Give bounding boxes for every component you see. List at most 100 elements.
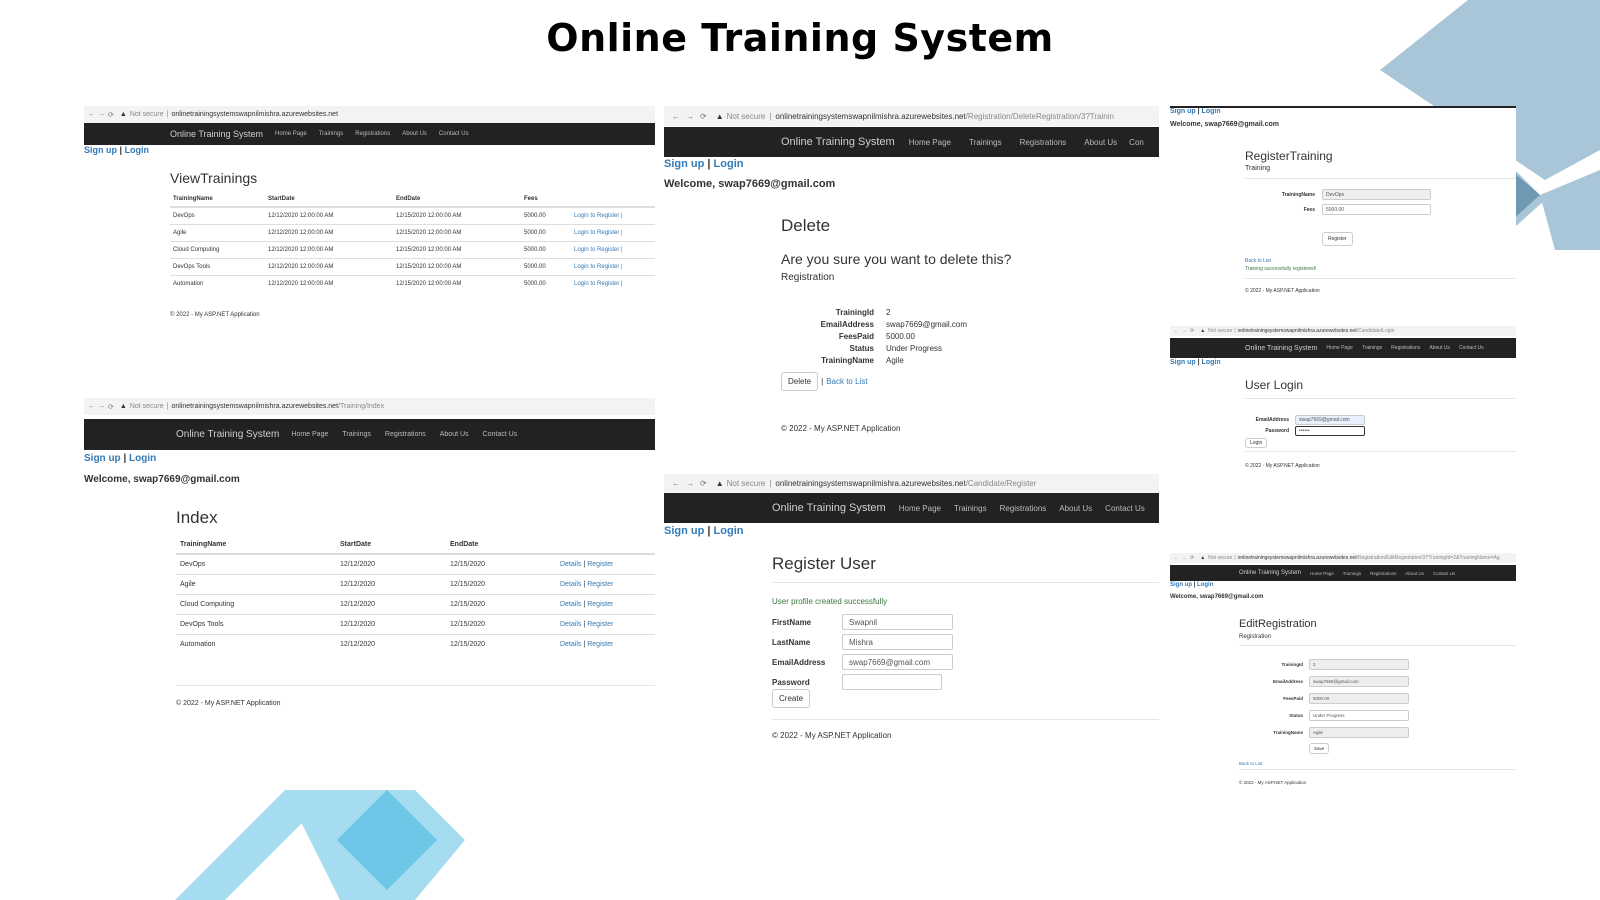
nav-about[interactable]: About Us — [1405, 571, 1424, 576]
address-bar[interactable]: ← → ⟳ ▲ Not secure | onlinetrainingsyste… — [84, 106, 655, 123]
navbar-brand[interactable]: Online Training System — [1245, 345, 1317, 352]
signup-link[interactable]: Sign up — [84, 453, 121, 464]
address-bar[interactable]: ← → ⟳ ▲ Not secure | onlinetrainingsyste… — [664, 474, 1159, 493]
nav-trainings[interactable]: Trainings — [1362, 345, 1382, 351]
input-emailaddress[interactable]: swap7669@gmail.com — [1295, 414, 1365, 425]
navbar-brand[interactable]: Online Training System — [176, 429, 279, 440]
nav-registrations[interactable]: Registrations — [1020, 138, 1067, 147]
address-bar[interactable]: ← → ⟳ ▲ Not secure | onlinetrainingsyste… — [84, 398, 655, 415]
nav-trainings[interactable]: Trainings — [954, 504, 987, 513]
nav-trainings[interactable]: Trainings — [969, 138, 1002, 147]
nav-home[interactable]: Home Page — [1326, 345, 1352, 351]
nav-contact[interactable]: Contact Us — [1433, 571, 1455, 576]
create-button[interactable]: Create — [772, 689, 811, 708]
navbar-brand[interactable]: Online Training System — [772, 502, 886, 514]
login-link[interactable]: Login — [1202, 108, 1221, 115]
nav-registrations[interactable]: Registrations — [355, 131, 390, 137]
reload-icon[interactable]: ⟳ — [108, 111, 114, 119]
reload-icon[interactable]: ⟳ — [1190, 328, 1194, 334]
nav-contact[interactable]: Contact Us — [1459, 345, 1484, 351]
nav-home[interactable]: Home Page — [909, 138, 951, 147]
forward-icon[interactable]: → — [1182, 555, 1187, 561]
login-to-register-link[interactable]: Login to Register | — [574, 281, 623, 287]
forward-icon[interactable]: → — [98, 403, 105, 410]
back-icon[interactable]: ← — [88, 111, 95, 118]
back-icon[interactable]: ← — [672, 112, 680, 121]
login-link[interactable]: Login — [1197, 582, 1213, 588]
detail-value[interactable]: swap7669@gmail.com — [886, 320, 967, 329]
save-button[interactable]: Save — [1309, 743, 1330, 754]
address-bar[interactable]: ← → ⟳ ▲ Not secure | onlinetrainingsyste… — [664, 106, 1159, 126]
reload-icon[interactable]: ⟳ — [700, 479, 707, 488]
nav-about[interactable]: About Us — [1084, 138, 1117, 147]
nav-contact[interactable]: Contact Us — [483, 431, 518, 438]
nav-trainings[interactable]: Trainings — [1343, 571, 1361, 576]
reload-icon[interactable]: ⟳ — [108, 403, 114, 411]
back-to-list-link[interactable]: Back to List — [826, 377, 867, 386]
input-password[interactable]: •••••• — [1295, 425, 1365, 436]
back-icon[interactable]: ← — [672, 479, 680, 488]
nav-registrations[interactable]: Registrations — [1370, 571, 1396, 576]
details-link[interactable]: Details — [560, 561, 581, 568]
nav-trainings[interactable]: Trainings — [342, 431, 371, 438]
address-bar[interactable]: ← → ⟳ ▲ Not secure | onlinetrainingsyste… — [1170, 326, 1516, 336]
nav-registrations[interactable]: Registrations — [1000, 504, 1047, 513]
signup-link[interactable]: Sign up — [664, 158, 704, 170]
input-status[interactable]: Under Progress — [1309, 710, 1409, 721]
register-link[interactable]: Register — [587, 641, 613, 648]
signup-link[interactable]: Sign up — [664, 525, 704, 537]
forward-icon[interactable]: → — [1182, 328, 1187, 334]
input-password[interactable] — [842, 674, 942, 690]
login-to-register-link[interactable]: Login to Register | — [574, 213, 623, 219]
nav-contact[interactable]: Contact Us — [439, 131, 469, 137]
login-to-register-link[interactable]: Login to Register | — [574, 264, 623, 270]
navbar-brand[interactable]: Online Training System — [1239, 570, 1301, 576]
signup-link[interactable]: Sign up — [1170, 359, 1196, 366]
login-link[interactable]: Login — [129, 453, 156, 464]
delete-button[interactable]: Delete — [781, 372, 819, 391]
login-button[interactable]: Login — [1245, 438, 1268, 448]
nav-registrations[interactable]: Registrations — [385, 431, 426, 438]
login-to-register-link[interactable]: Login to Register | — [574, 230, 623, 236]
register-button[interactable]: Register — [1322, 232, 1353, 246]
signup-link[interactable]: Sign up — [1170, 108, 1196, 115]
details-link[interactable]: Details — [560, 601, 581, 608]
input-lastname[interactable]: Mishra — [842, 634, 953, 650]
register-link[interactable]: Register — [587, 561, 613, 568]
back-icon[interactable]: ← — [88, 403, 95, 410]
reload-icon[interactable]: ⟳ — [700, 112, 707, 121]
register-link[interactable]: Register — [587, 621, 613, 628]
back-to-list-link[interactable]: Back to List — [1239, 761, 1262, 766]
nav-registrations[interactable]: Registrations — [1391, 345, 1420, 351]
details-link[interactable]: Details — [560, 641, 581, 648]
nav-home[interactable]: Home Page — [899, 504, 941, 513]
forward-icon[interactable]: → — [98, 111, 105, 118]
login-link[interactable]: Login — [125, 145, 150, 155]
input-fees[interactable]: 5000.00 — [1322, 204, 1431, 215]
input-firstname[interactable]: Swapnil — [842, 614, 953, 630]
nav-contact-truncated[interactable]: Con — [1129, 138, 1144, 147]
back-icon[interactable]: ← — [1174, 555, 1179, 561]
address-bar[interactable]: ← → ⟳ ▲ Not secure | onlinetrainingsyste… — [1170, 553, 1516, 563]
back-icon[interactable]: ← — [1174, 328, 1179, 334]
register-link[interactable]: Register — [587, 581, 613, 588]
nav-about[interactable]: About Us — [1059, 504, 1092, 513]
forward-icon[interactable]: → — [686, 112, 694, 121]
back-to-list-link[interactable]: Back to List — [1245, 258, 1271, 264]
register-link[interactable]: Register — [587, 601, 613, 608]
reload-icon[interactable]: ⟳ — [1190, 555, 1194, 561]
nav-contact[interactable]: Contact Us — [1105, 504, 1145, 513]
login-link[interactable]: Login — [714, 158, 744, 170]
signup-link[interactable]: Sign up — [1170, 582, 1192, 588]
nav-trainings[interactable]: Trainings — [319, 131, 343, 137]
input-emailaddress[interactable]: swap7669@gmail.com — [842, 654, 953, 670]
nav-home[interactable]: Home Page — [291, 431, 328, 438]
nav-about[interactable]: About Us — [440, 431, 469, 438]
nav-about[interactable]: About Us — [402, 131, 427, 137]
nav-home[interactable]: Home Page — [275, 131, 307, 137]
signup-link[interactable]: Sign up — [84, 145, 117, 155]
details-link[interactable]: Details — [560, 621, 581, 628]
navbar-brand[interactable]: Online Training System — [781, 136, 895, 148]
navbar-brand[interactable]: Online Training System — [170, 129, 263, 139]
nav-about[interactable]: About Us — [1429, 345, 1450, 351]
